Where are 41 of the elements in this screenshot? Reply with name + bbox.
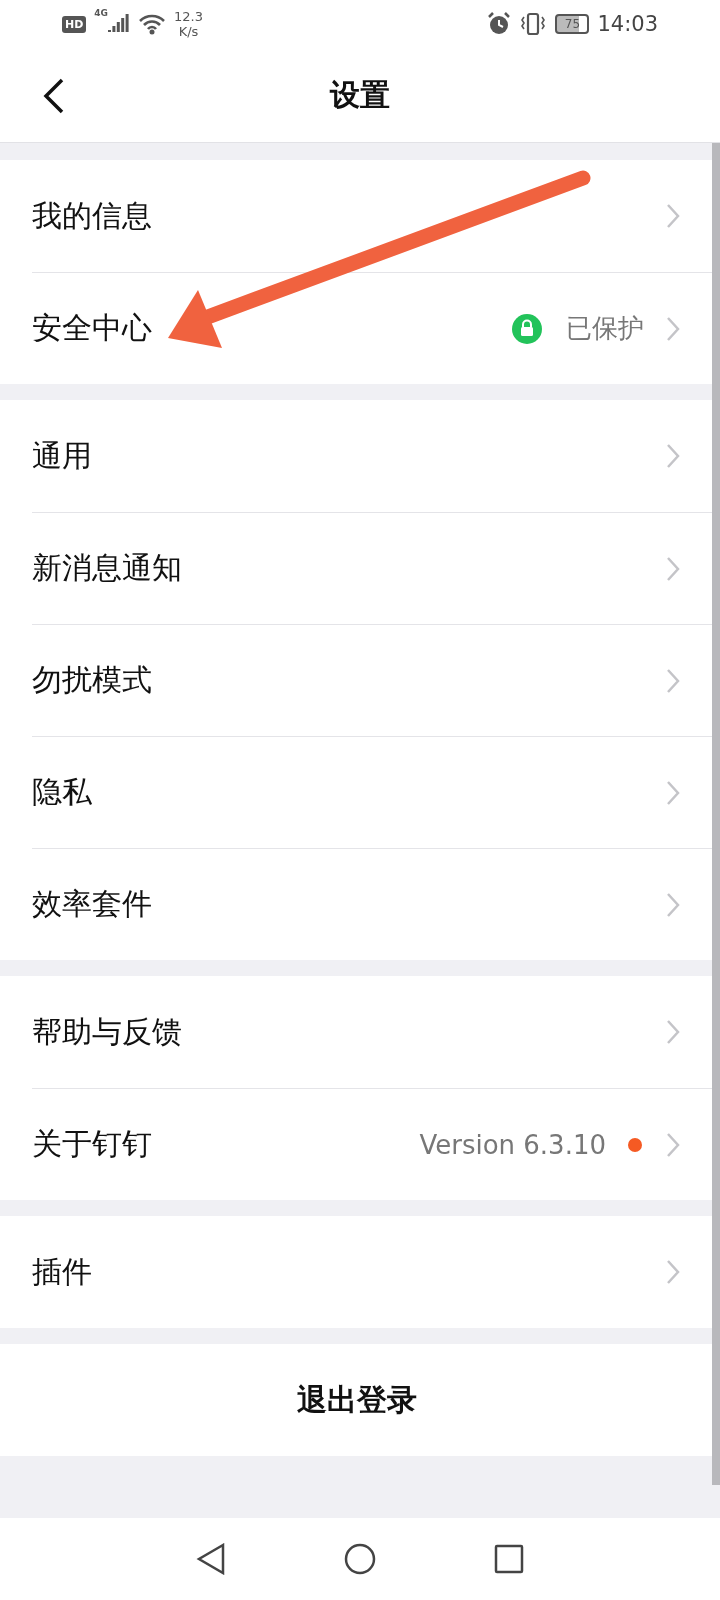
clock-time: 14:03 xyxy=(597,12,658,36)
row-label: 插件 xyxy=(32,1252,93,1291)
row-label: 勿扰模式 xyxy=(32,661,153,699)
home-nav-icon[interactable] xyxy=(344,1543,376,1575)
version-text: Version 6.3.10 xyxy=(419,1129,606,1160)
recents-nav-icon[interactable] xyxy=(494,1544,524,1574)
chevron-icon xyxy=(666,667,680,694)
settings-row[interactable]: 插件 xyxy=(32,1216,712,1328)
speed-value: 12.3 xyxy=(174,9,203,24)
row-label: 帮助与反馈 xyxy=(32,1012,183,1051)
row-label: 关于钉钉 xyxy=(32,1125,153,1163)
chevron-icon xyxy=(666,779,680,806)
settings-row[interactable]: 通用 xyxy=(32,400,712,512)
chevron-icon xyxy=(666,443,680,469)
settings-row[interactable]: 我的信息 xyxy=(32,160,712,272)
row-label: 隐私 xyxy=(32,773,93,811)
chevron-icon xyxy=(666,555,680,582)
page-title: 设置 xyxy=(330,75,390,114)
signal-icon xyxy=(108,14,130,34)
hd-icon: HD xyxy=(62,15,87,33)
row-label: 效率套件 xyxy=(32,885,153,923)
chevron-icon xyxy=(666,1019,680,1045)
settings-row[interactable]: 帮助与反馈 xyxy=(32,976,712,1088)
chevron-icon xyxy=(666,203,680,229)
row-label: 我的信息 xyxy=(32,196,153,235)
network-type: 4G xyxy=(94,8,108,18)
wifi-icon xyxy=(138,13,166,35)
chevron-icon xyxy=(666,315,680,342)
row-label: 新消息通知 xyxy=(32,549,183,587)
row-label: 安全中心 xyxy=(32,309,153,347)
back-nav-icon[interactable] xyxy=(196,1543,226,1575)
row-label: 通用 xyxy=(32,436,93,475)
logout-button[interactable]: 退出登录 xyxy=(0,1344,712,1456)
chevron-icon xyxy=(666,1131,680,1158)
vibrate-icon xyxy=(519,12,548,36)
chevron-icon xyxy=(666,1259,680,1285)
speed-unit: K/s xyxy=(178,24,199,39)
status-text: 已保护 xyxy=(566,312,644,345)
alarm-icon xyxy=(487,12,512,36)
chevron-icon xyxy=(666,891,680,918)
battery-icon: 75 xyxy=(555,14,590,34)
